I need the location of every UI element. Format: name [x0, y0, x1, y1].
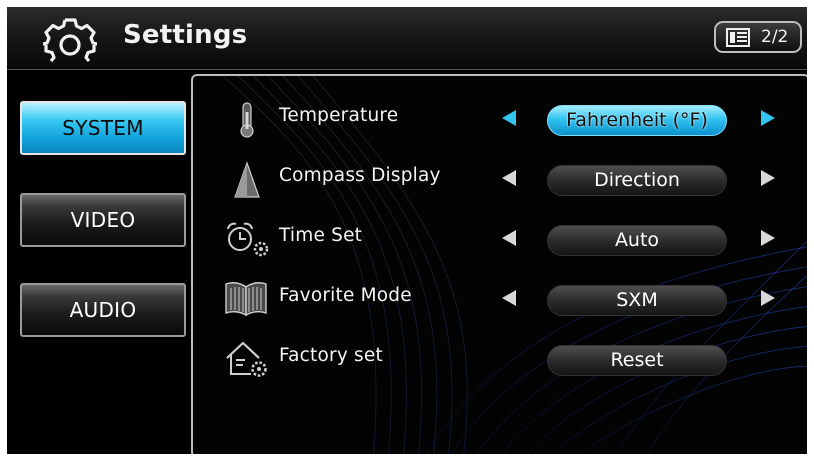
- factory-set-label: Factory set: [279, 345, 383, 366]
- title-bar: Settings 2/2: [7, 7, 807, 70]
- page-title: Settings: [123, 20, 248, 50]
- thermometer-icon: [240, 102, 254, 138]
- page-number: 2/2: [761, 27, 789, 47]
- time-set-left-arrow[interactable]: [500, 228, 518, 248]
- page-list-icon: [726, 28, 750, 47]
- gear-icon: [43, 18, 97, 63]
- compass-value-button[interactable]: Direction: [547, 165, 727, 196]
- time-set-label: Time Set: [279, 225, 363, 246]
- open-book-icon: [225, 282, 267, 317]
- temperature-value-button[interactable]: Fahrenheit (°F): [547, 105, 727, 136]
- nav-system-button[interactable]: SYSTEM: [20, 101, 186, 155]
- settings-screen: Settings 2/2 SYSTEM VIDEO AUDIO Temperat…: [7, 7, 807, 454]
- nav-video-button[interactable]: VIDEO: [20, 193, 186, 247]
- favorite-mode-right-arrow[interactable]: [759, 288, 777, 308]
- compass-right-arrow[interactable]: [759, 168, 777, 188]
- page-indicator-button[interactable]: 2/2: [714, 21, 802, 53]
- house-gear-icon: [226, 341, 267, 377]
- nav-audio-button[interactable]: AUDIO: [20, 283, 186, 337]
- favorite-mode-value-button[interactable]: SXM: [547, 285, 727, 316]
- alarm-clock-gear-icon: [227, 222, 269, 257]
- compass-display-label: Compass Display: [279, 165, 441, 186]
- temperature-left-arrow[interactable]: [500, 108, 518, 128]
- factory-reset-button[interactable]: Reset: [547, 345, 727, 376]
- temperature-right-arrow[interactable]: [759, 108, 777, 128]
- compass-left-arrow[interactable]: [500, 168, 518, 188]
- time-set-value-button[interactable]: Auto: [547, 225, 727, 256]
- settings-panel: Temperature Fahrenheit (°F) Compass Disp…: [191, 74, 807, 454]
- favorite-mode-label: Favorite Mode: [279, 285, 412, 306]
- temperature-label: Temperature: [279, 105, 399, 126]
- compass-triangle-icon: [234, 161, 260, 198]
- favorite-mode-left-arrow[interactable]: [500, 288, 518, 308]
- time-set-right-arrow[interactable]: [759, 228, 777, 248]
